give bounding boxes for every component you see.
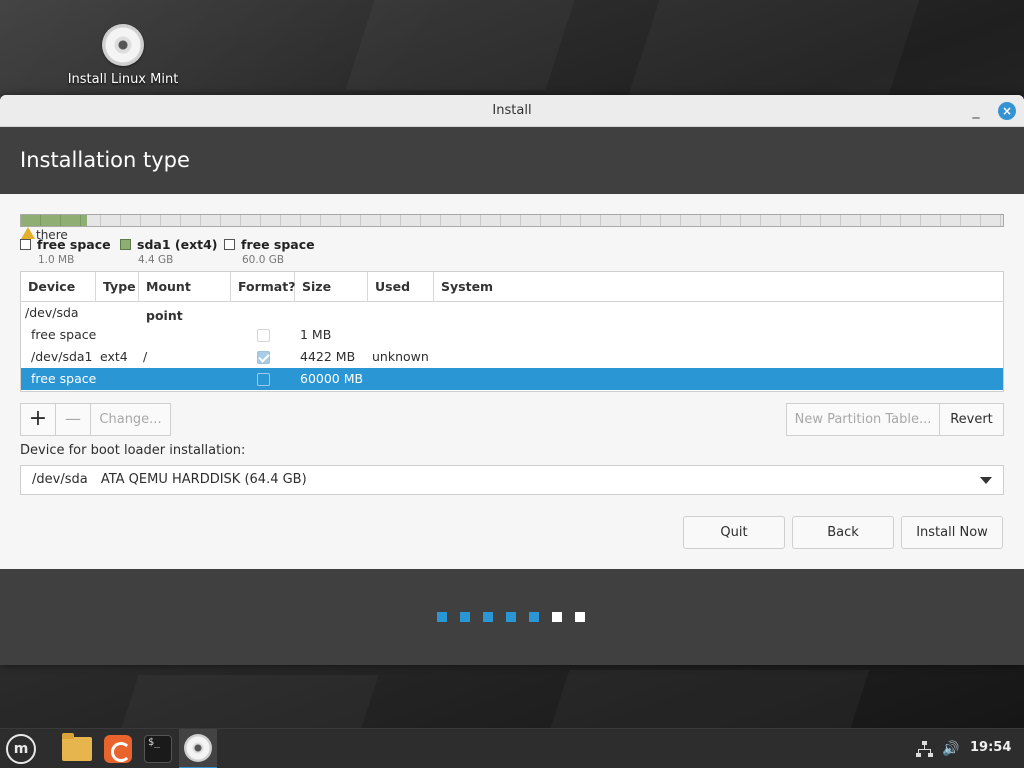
disc-icon [102,24,144,66]
partition-table: Device Type Mount point Format? Size Use… [20,271,1004,392]
network-icon[interactable] [916,741,934,757]
progress-step-dot [483,612,493,622]
column-type[interactable]: Type [96,272,139,301]
bootloader-device-select[interactable]: /dev/sda ATA QEMU HARDDISK (64.4 GB) [20,465,1004,495]
quit-button[interactable]: Quit [683,516,785,549]
terminal-icon[interactable]: $_ [144,735,172,763]
table-row[interactable]: /dev/sda [21,302,1003,324]
page-title: Installation type [0,127,1024,194]
legend-swatch [20,239,31,250]
add-partition-button[interactable]: + [20,403,56,436]
partition-bar [20,214,1004,227]
legend-swatch [120,239,131,250]
mint-menu-icon[interactable]: m [6,734,36,764]
files-icon[interactable] [62,733,92,761]
legend-swatch [224,239,235,250]
cell-device: /dev/sda1 [31,349,93,364]
progress-step-dot [575,612,585,622]
cell-used: unknown [372,349,429,364]
install-linux-mint-desktop-icon[interactable]: Install Linux Mint [62,22,184,87]
window-title: Install [492,103,532,118]
table-row[interactable]: free space 1 MB [21,324,1003,346]
cell-mount: / [143,349,148,364]
remove-partition-button[interactable]: — [55,403,91,436]
column-used[interactable]: Used [368,272,434,301]
minimize-button[interactable]: _ [968,95,984,127]
column-size[interactable]: Size [295,272,368,301]
progress-step-dot [437,612,447,622]
bootloader-device-description: ATA QEMU HARDDISK (64.4 GB) [100,472,307,487]
revert-button[interactable]: Revert [939,403,1004,436]
column-system[interactable]: System [434,272,1003,301]
cell-size: 1 MB [300,327,332,342]
legend-name: sda1 (ext4) [137,237,218,252]
legend-size: 1.0 MB [38,254,75,266]
new-partition-table-button[interactable]: New Partition Table... [786,403,940,436]
disc-icon [184,734,212,762]
column-mount-point[interactable]: Mount point [139,272,231,323]
progress-step-dot [506,612,516,622]
cell-device: free space [31,371,97,386]
progress-area [0,569,1024,665]
table-row-selected[interactable]: free space 60000 MB [21,368,1003,390]
clock[interactable]: 19:54 [970,740,1011,755]
warning-icon [21,227,35,239]
table-row[interactable]: /dev/sda1 ext4 / 4422 MB unknown [21,346,1003,368]
taskbar-installer-app[interactable] [179,729,217,768]
titlebar[interactable]: Install _ × [0,95,1024,127]
desktop-icon-label: Install Linux Mint [67,72,179,87]
cell-type: ext4 [100,349,128,364]
format-checkbox[interactable] [257,329,270,342]
legend-name: free space [241,237,315,252]
table-header: Device Type Mount point Format? Size Use… [21,272,1003,323]
change-partition-button[interactable]: Change... [90,403,171,436]
legend-size: 4.4 GB [138,254,174,266]
format-checkbox[interactable] [257,351,270,364]
column-device[interactable]: Device [21,272,96,301]
installer-window: Install _ × Installation type there free… [0,95,1024,665]
cell-device: free space [31,327,97,342]
chevron-down-icon [980,477,992,484]
bootloader-device: /dev/sda [32,472,88,487]
partition-bar-sda1-segment [21,215,87,226]
install-now-button[interactable]: Install Now [901,516,1003,549]
cell-size: 4422 MB [300,349,356,364]
firefox-icon[interactable] [104,735,132,763]
legend-name: free space [37,237,111,252]
progress-step-dot [529,612,539,622]
close-button[interactable]: × [998,102,1016,120]
format-checkbox[interactable] [257,373,270,386]
progress-step-dot [552,612,562,622]
back-button[interactable]: Back [792,516,894,549]
cell-device: /dev/sda [25,305,79,320]
taskbar: m $_ 🔊 19:54 [0,728,1024,768]
column-format[interactable]: Format? [231,272,295,301]
legend-size: 60.0 GB [242,254,285,266]
bootloader-label: Device for boot loader installation: [20,443,246,458]
progress-step-dot [460,612,470,622]
cell-size: 60000 MB [300,371,364,386]
volume-icon[interactable]: 🔊 [942,741,959,757]
